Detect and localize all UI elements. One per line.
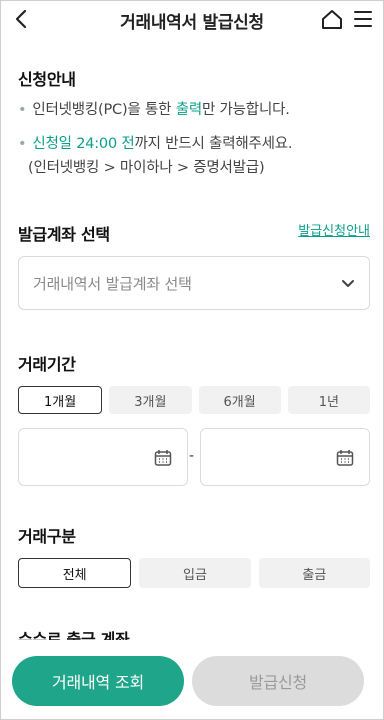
bullet-dot: • [18,136,27,152]
notice-line-1: • 인터넷뱅킹(PC)을 통한 출력만 가능합니다. [18,98,358,122]
bullet-dot: • [18,102,27,118]
chevron-down-icon [342,280,354,287]
notice-line-2: • 신청일 24:00 전까지 반드시 출력해주세요. [18,132,358,156]
type-option-all[interactable]: 전체 [18,558,132,588]
home-icon[interactable] [320,8,344,30]
issue-apply-button[interactable]: 발급신청 [192,656,364,706]
notice-line-3: (인터넷뱅킹 > 마이하나 > 증명서발급) [28,160,265,176]
type-options: 전체 입금 출금 [18,558,370,588]
transaction-search-button[interactable]: 거래내역 조회 [12,656,184,706]
end-date-field[interactable] [200,428,370,486]
account-heading: 발급계좌 선택 [18,225,110,244]
notice-line2-highlight: 신청일 24:00 전 [32,136,135,152]
account-select[interactable]: 거래내역서 발급계좌 선택 [18,256,370,310]
notice-line1-prefix: 인터넷뱅킹(PC)을 통한 [32,102,176,118]
period-options: 1개월 3개월 6개월 1년 [18,386,370,414]
notice-line2-suffix: 까지 반드시 출력해주세요. [134,136,293,152]
start-date-field[interactable] [18,428,188,486]
notice-line1-suffix: 만 가능합니다. [201,102,290,118]
period-option-3m[interactable]: 3개월 [109,386,192,414]
calendar-icon [336,450,354,466]
type-option-withdrawal[interactable]: 출금 [258,558,370,588]
type-heading: 거래구분 [18,527,76,546]
account-select-placeholder: 거래내역서 발급계좌 선택 [33,275,192,293]
notice-heading: 신청안내 [18,70,76,89]
issue-guide-link[interactable]: 발급신청안내 [298,220,370,239]
type-option-deposit[interactable]: 입금 [139,558,251,588]
date-range-separator: - [189,448,195,464]
period-option-6m[interactable]: 6개월 [198,386,281,414]
header: 거래내역서 발급신청 [0,0,384,40]
hamburger-menu-icon[interactable] [352,8,374,30]
calendar-icon [154,450,172,466]
period-heading: 거래기간 [18,355,76,374]
notice-line1-highlight: 출력 [175,102,202,118]
period-option-1y[interactable]: 1년 [287,386,370,414]
period-option-1m[interactable]: 1개월 [18,386,103,414]
